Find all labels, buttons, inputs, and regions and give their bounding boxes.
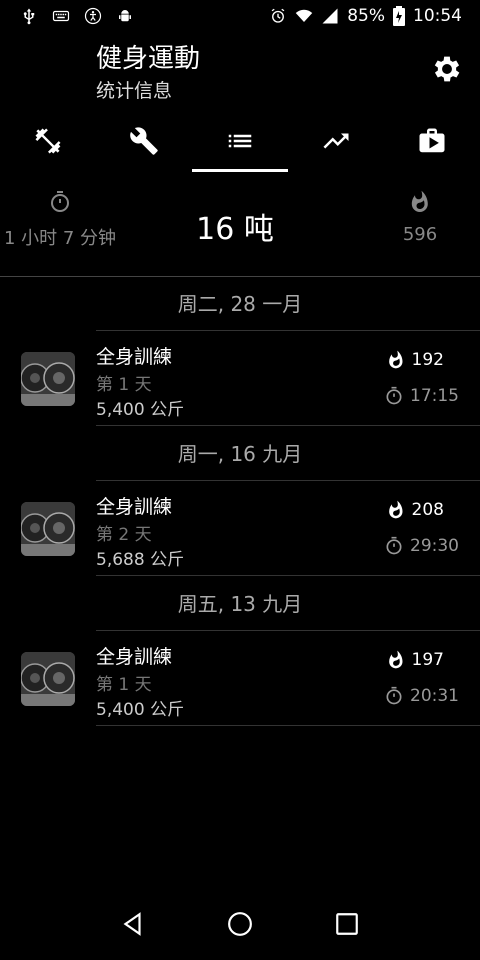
workout-duration: 29:30 bbox=[384, 536, 459, 556]
total-duration-value: 1 小时 7 分钟 bbox=[3, 228, 117, 249]
summary-panel: 1 小时 7 分钟 16 吨 596 bbox=[0, 190, 480, 276]
workout-name: 全身訓練 bbox=[96, 346, 173, 368]
battery-percent: 85% bbox=[347, 6, 385, 26]
workout-calories: 208 bbox=[386, 500, 444, 520]
gear-icon bbox=[434, 56, 460, 82]
system-nav-bar bbox=[0, 888, 480, 960]
row-divider bbox=[96, 330, 480, 331]
workout-row[interactable]: 全身訓練第 1 天 5,400 公斤 197 20:31 bbox=[0, 630, 480, 726]
workout-thumbnail bbox=[21, 352, 75, 406]
workout-thumbnail bbox=[21, 502, 75, 556]
divider bbox=[0, 276, 480, 277]
dumbbell-icon bbox=[35, 128, 61, 154]
weight-plates-image bbox=[21, 502, 75, 556]
keyboard-icon bbox=[52, 10, 70, 22]
row-divider bbox=[96, 480, 480, 481]
total-duration: 1 小时 7 分钟 bbox=[0, 190, 120, 250]
nav-back-button[interactable] bbox=[113, 904, 153, 944]
usb-icon bbox=[23, 8, 35, 25]
workout-calories-value: 197 bbox=[411, 650, 444, 670]
workout-duration-value: 20:31 bbox=[410, 686, 459, 706]
workout-calories: 192 bbox=[386, 350, 444, 370]
workout-day: 第 1 天 bbox=[96, 670, 152, 695]
tab-tools[interactable] bbox=[96, 112, 192, 170]
app-subtitle: 统计信息 bbox=[96, 80, 173, 102]
workout-day-number: 2 bbox=[118, 525, 130, 545]
app-title: 健身運動 bbox=[96, 44, 201, 74]
tab-history[interactable] bbox=[192, 112, 288, 172]
workout-weight: 5,400 公斤 bbox=[96, 700, 185, 720]
workout-duration-value: 17:15 bbox=[410, 386, 459, 406]
workout-thumbnail bbox=[21, 652, 75, 706]
wrench-icon bbox=[130, 127, 158, 155]
stopwatch-icon bbox=[386, 386, 402, 405]
accessibility-icon bbox=[84, 7, 102, 25]
workout-day-suffix: 天 bbox=[134, 375, 152, 395]
total-calories: 596 bbox=[370, 190, 470, 245]
tab-bar bbox=[0, 112, 480, 172]
total-calories-value: 596 bbox=[402, 224, 438, 245]
row-divider bbox=[96, 425, 480, 426]
tab-exercises[interactable] bbox=[0, 112, 96, 170]
flame-icon bbox=[411, 190, 428, 212]
workout-day-prefix: 第 bbox=[96, 375, 113, 395]
tab-programs[interactable] bbox=[384, 112, 480, 170]
briefcase-play-icon bbox=[419, 128, 445, 153]
status-time: 10:54 bbox=[413, 6, 462, 26]
total-weight: 16 吨 bbox=[196, 212, 274, 247]
workout-row[interactable]: 全身訓練第 1 天 5,400 公斤 192 17:15 bbox=[0, 330, 480, 426]
trending-up-icon bbox=[323, 133, 349, 149]
flame-icon bbox=[388, 350, 403, 369]
workout-day-suffix: 天 bbox=[134, 525, 152, 545]
flame-icon bbox=[388, 500, 403, 519]
stopwatch-icon bbox=[386, 536, 402, 555]
recents-icon bbox=[335, 913, 358, 935]
date-header: 周二, 28 一月 bbox=[177, 292, 303, 316]
flame-icon bbox=[388, 650, 403, 669]
workout-day-suffix: 天 bbox=[134, 675, 152, 695]
battery-icon bbox=[393, 6, 405, 26]
settings-button[interactable] bbox=[430, 52, 464, 86]
tab-progress[interactable] bbox=[288, 112, 384, 170]
wifi-icon bbox=[295, 9, 313, 22]
stopwatch-icon bbox=[51, 191, 69, 212]
workout-calories: 197 bbox=[386, 650, 444, 670]
home-icon bbox=[228, 912, 252, 936]
app-header: 健身運動 统计信息 bbox=[0, 34, 480, 114]
workout-day-number: 1 bbox=[118, 375, 130, 395]
weight-plates-image bbox=[21, 652, 75, 706]
workout-name: 全身訓練 bbox=[96, 646, 173, 668]
workout-day-prefix: 第 bbox=[96, 525, 113, 545]
workout-day: 第 1 天 bbox=[96, 370, 152, 395]
workout-weight: 5,400 公斤 bbox=[96, 400, 185, 420]
date-header: 周一, 16 九月 bbox=[177, 442, 303, 466]
status-bar: 85% 10:54 bbox=[0, 0, 480, 34]
workout-duration-value: 29:30 bbox=[410, 536, 459, 556]
weight-plates-image bbox=[21, 352, 75, 406]
workout-day-prefix: 第 bbox=[96, 675, 113, 695]
workout-calories-value: 192 bbox=[411, 350, 444, 370]
row-divider bbox=[96, 725, 480, 726]
list-icon bbox=[228, 134, 252, 148]
signal-icon bbox=[322, 8, 338, 24]
row-divider bbox=[96, 575, 480, 576]
alarm-icon bbox=[271, 8, 285, 23]
workout-day: 第 2 天 bbox=[96, 520, 152, 545]
workout-duration: 17:15 bbox=[384, 386, 459, 406]
back-icon bbox=[123, 912, 141, 936]
android-debug-icon bbox=[119, 10, 131, 22]
stopwatch-icon bbox=[386, 686, 402, 705]
workout-duration: 20:31 bbox=[384, 686, 459, 706]
nav-home-button[interactable] bbox=[220, 904, 260, 944]
workout-day-number: 1 bbox=[118, 675, 130, 695]
nav-recents-button[interactable] bbox=[327, 904, 367, 944]
date-header: 周五, 13 九月 bbox=[177, 592, 303, 616]
workout-row[interactable]: 全身訓練第 2 天 5,688 公斤 208 29:30 bbox=[0, 480, 480, 576]
workout-calories-value: 208 bbox=[411, 500, 444, 520]
row-divider bbox=[96, 630, 480, 631]
workout-weight: 5,688 公斤 bbox=[96, 550, 185, 570]
workout-name: 全身訓練 bbox=[96, 496, 173, 518]
